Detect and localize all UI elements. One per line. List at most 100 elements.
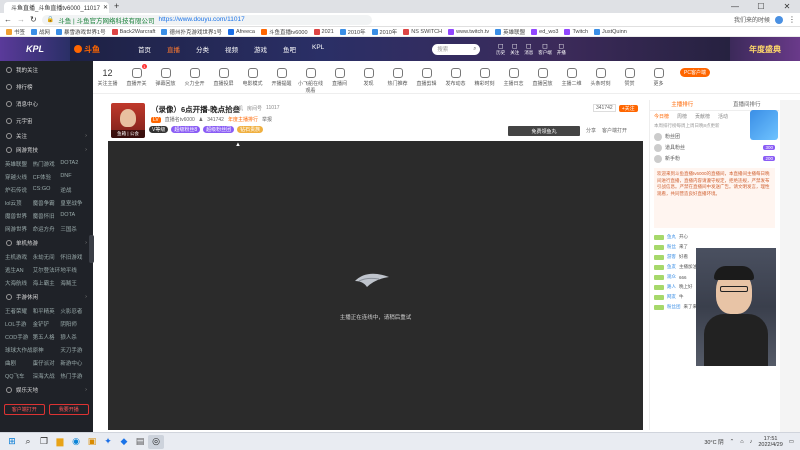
weather-text[interactable]: 30°C 阴 bbox=[704, 438, 723, 446]
nav-link[interactable]: KPL bbox=[304, 44, 332, 54]
network-icon[interactable]: ⌂ bbox=[740, 439, 743, 445]
rank-text[interactable]: 年度主播排行 bbox=[228, 116, 258, 123]
chat-user[interactable]: 粉丝 bbox=[667, 244, 676, 250]
sidebar-category-link[interactable]: 阴阳师 bbox=[60, 320, 88, 328]
category-tool[interactable]: 主播二维 bbox=[557, 68, 586, 87]
category-tool[interactable]: 开播提醒 bbox=[267, 68, 296, 87]
sidebar-category-link[interactable]: 大海航线 bbox=[5, 279, 33, 287]
chat-user[interactable]: 鱼友 bbox=[667, 264, 676, 270]
category-tool[interactable]: 直播间 bbox=[325, 68, 354, 87]
category-tool[interactable]: 弹幕回放 bbox=[151, 68, 180, 87]
task-view-icon[interactable]: ❐ bbox=[36, 435, 52, 449]
bookmark-item[interactable]: ed_wo3 bbox=[531, 28, 558, 35]
rank-subtab[interactable]: 今日榜 bbox=[654, 113, 669, 120]
promo-graphic[interactable] bbox=[750, 110, 778, 140]
bookmark-item[interactable]: NS SWITCH bbox=[403, 28, 442, 35]
category-tool[interactable]: 热门推荐 bbox=[383, 68, 412, 87]
sidebar-item[interactable]: 元宇宙 bbox=[0, 112, 93, 129]
room-tag[interactable]: 超级粉丝团 bbox=[203, 126, 235, 133]
bookmark-item[interactable]: Back2Warcraft bbox=[111, 28, 155, 35]
back-icon[interactable]: ← bbox=[4, 15, 12, 24]
start-stream-button[interactable]: 我要开播 bbox=[48, 404, 89, 415]
chat-user[interactable]: 观众 bbox=[667, 274, 676, 280]
sidebar-category-link[interactable]: DNF bbox=[60, 173, 88, 181]
sidebar-category-link[interactable]: 魔兽争霸 bbox=[33, 199, 61, 207]
category-tool[interactable]: PC客户端 bbox=[673, 68, 717, 77]
sidebar-category-link[interactable]: 王者荣耀 bbox=[5, 307, 33, 315]
nav-link[interactable]: 分类 bbox=[188, 44, 217, 54]
sidebar-item[interactable]: 排行榜 bbox=[0, 78, 93, 95]
sidebar-category-link[interactable]: 三国杀 bbox=[60, 225, 88, 233]
bookmark-item[interactable]: 战网 bbox=[31, 28, 50, 36]
video-player[interactable]: 主播正在连线中，请稍后重试 ▲ bbox=[108, 141, 643, 430]
nav-link[interactable]: 视频 bbox=[217, 44, 246, 54]
search-icon[interactable]: ⌕ bbox=[20, 435, 36, 449]
follow-button[interactable]: +关注 bbox=[618, 104, 638, 112]
client-open-button[interactable]: 客户端打开 bbox=[602, 127, 627, 134]
room-category[interactable]: 单机 bbox=[233, 105, 243, 112]
sidebar-section-header[interactable]: 娱乐天地 › bbox=[0, 383, 93, 397]
sidebar-category-link[interactable]: 天刀手游 bbox=[60, 346, 88, 354]
sidebar-category-link[interactable]: 深海大战 bbox=[33, 372, 61, 380]
room-tag[interactable]: 超级粉丝8 bbox=[171, 126, 201, 133]
forward-icon[interactable]: → bbox=[17, 15, 25, 24]
open-client-button[interactable]: 客户端打开 bbox=[4, 404, 45, 415]
sidebar-category-link[interactable]: 地平线 bbox=[60, 266, 88, 274]
bookmark-item[interactable]: 斗鱼直播tv6000 bbox=[261, 28, 308, 36]
chrome-taskbar-icon[interactable]: ◎ bbox=[148, 434, 164, 449]
tab-room-rank[interactable]: 直播间排行 bbox=[715, 100, 780, 110]
tab-streamer-rank[interactable]: 主播排行 bbox=[650, 100, 715, 110]
sidebar-category-link[interactable]: 热门手游 bbox=[60, 372, 88, 380]
sidebar-category-link[interactable]: 逃生AN bbox=[5, 266, 33, 274]
chat-user[interactable]: 路人 bbox=[667, 284, 676, 290]
bookmark-item[interactable]: 英雄联盟 bbox=[495, 28, 525, 36]
sidebar-category-link[interactable]: 主机游戏 bbox=[5, 253, 33, 261]
sidebar-category-link[interactable]: DOTA2 bbox=[60, 160, 88, 168]
bookmark-item[interactable]: 2021 bbox=[313, 28, 334, 35]
close-window-button[interactable]: ✕ bbox=[774, 0, 800, 13]
bookmark-item[interactable]: Afreeca bbox=[228, 28, 255, 35]
pc-client-button[interactable]: PC客户端 bbox=[680, 68, 710, 77]
room-tag[interactable]: V等级 bbox=[149, 126, 169, 133]
bookmark-item[interactable]: 暴雪游戏世界1号 bbox=[56, 28, 106, 36]
category-tool[interactable]: 发现 bbox=[354, 68, 383, 87]
header-icon-item[interactable]: ◻ 关注 bbox=[510, 42, 519, 56]
category-tool[interactable]: 发布动态 bbox=[441, 68, 470, 87]
follow-row[interactable]: 关注 › bbox=[0, 129, 93, 143]
sidebar-category-link[interactable]: 永劫无间 bbox=[33, 253, 61, 261]
sidebar-category-link[interactable]: 第五人格 bbox=[33, 333, 61, 341]
app-icon[interactable]: ▣ bbox=[84, 435, 100, 449]
app-dark-icon[interactable]: ▤ bbox=[132, 435, 148, 449]
sidebar-category-link[interactable]: 和平精英 bbox=[33, 307, 61, 315]
sidebar-item[interactable]: 我的关注 bbox=[0, 61, 93, 78]
profile-avatar[interactable] bbox=[775, 15, 783, 24]
edge-icon[interactable]: ◉ bbox=[68, 435, 84, 449]
nav-link[interactable]: 直播 bbox=[159, 44, 188, 54]
nav-link[interactable]: 游戏 bbox=[246, 44, 275, 54]
bookmark-item[interactable]: 2010年 bbox=[371, 28, 397, 36]
sidebar-category-link[interactable]: 英雄联盟 bbox=[5, 160, 33, 168]
clock[interactable]: 17:51 2022/4/29 bbox=[758, 436, 782, 448]
category-tool[interactable]: 12 关注主播 bbox=[93, 68, 122, 87]
sidebar-item[interactable]: 消息中心 bbox=[0, 95, 93, 112]
category-tool[interactable]: 精彩时刻 bbox=[470, 68, 499, 87]
header-icon-item[interactable]: ◻ 客户端 bbox=[538, 42, 552, 56]
rank-subtab[interactable]: 周榜 bbox=[677, 113, 687, 120]
sidebar-category-link[interactable]: 新游中心 bbox=[60, 359, 88, 367]
category-tool[interactable]: 电影模式 bbox=[238, 68, 267, 87]
sidebar-category-link[interactable]: DOTA bbox=[60, 212, 88, 220]
rank-subtab[interactable]: 活动 bbox=[718, 113, 728, 120]
sidebar-category-link[interactable]: 怀旧游戏 bbox=[60, 253, 88, 261]
sidebar-category-link[interactable]: 魔兽世界 bbox=[5, 212, 33, 220]
streamer-name[interactable]: 直播名tv6000 bbox=[165, 116, 195, 123]
sidebar-category-link[interactable]: 曲剧 bbox=[5, 359, 33, 367]
sidebar-category-link[interactable]: CF体验 bbox=[33, 173, 61, 181]
chat-user[interactable]: 游客 bbox=[667, 254, 676, 260]
minimize-button[interactable]: — bbox=[722, 0, 748, 13]
sidebar-category-link[interactable]: 球球大作战 bbox=[5, 346, 33, 354]
sidebar-category-link[interactable]: CS:GO bbox=[33, 186, 61, 194]
promo-banner[interactable]: 年度盛典 bbox=[730, 37, 800, 61]
category-tool[interactable]: 更多 bbox=[644, 68, 673, 87]
bookmark-item[interactable]: 2010年 bbox=[339, 28, 366, 36]
new-tab-button[interactable]: + bbox=[114, 1, 119, 11]
